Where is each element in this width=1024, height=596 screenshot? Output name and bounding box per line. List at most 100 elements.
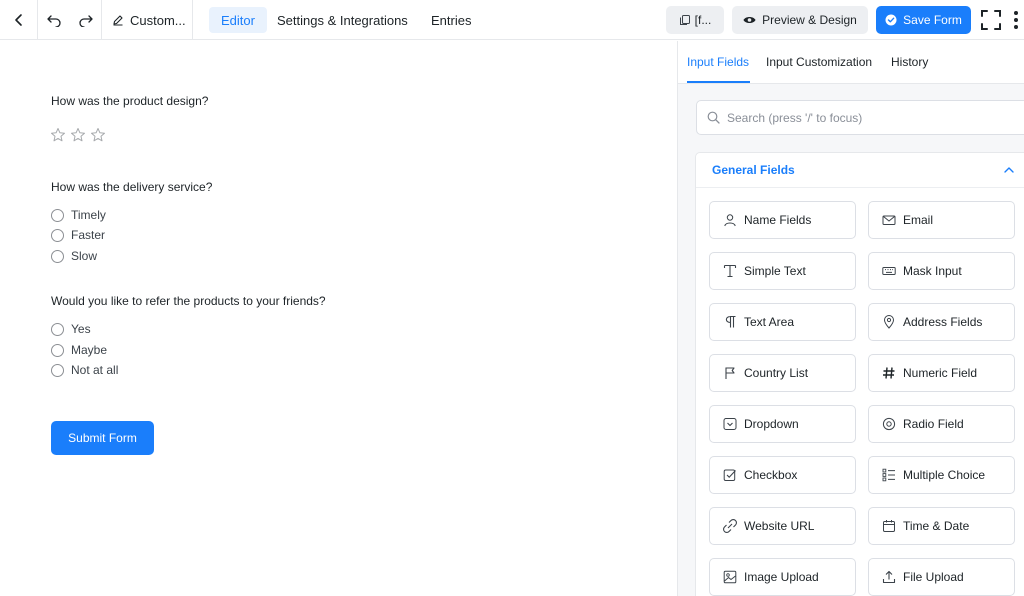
search-icon: [707, 111, 720, 124]
sidebar-tabs: Input Fields Input Customization History: [678, 41, 1024, 84]
field-label: Multiple Choice: [903, 468, 986, 482]
field-mask-input[interactable]: Mask Input: [868, 252, 1015, 290]
pencil-icon: [113, 15, 123, 26]
star-rating[interactable]: [50, 127, 106, 143]
field-simple-text[interactable]: Simple Text: [709, 252, 856, 290]
form-canvas: How was the product design? How was the …: [0, 41, 677, 596]
radio-circle[interactable]: [51, 208, 64, 222]
question-refer-friends: Would you like to refer the products to …: [51, 294, 326, 308]
more-dot-icon: [1014, 25, 1018, 29]
image-icon: [723, 570, 737, 584]
undo-icon: [47, 15, 61, 27]
radio-label: Maybe: [71, 343, 108, 357]
radio-icon: [882, 417, 896, 431]
form-title[interactable]: Custom...: [102, 0, 193, 40]
radio-label: Yes: [71, 322, 91, 336]
form-title-label: Custom...: [130, 12, 186, 28]
radio-label: Slow: [71, 249, 98, 263]
search-placeholder: Search (press '/' to focus): [727, 110, 863, 125]
radio-label: Not at all: [71, 363, 119, 377]
field-dropdown[interactable]: Dropdown: [709, 405, 856, 443]
field-image-upload[interactable]: Image Upload: [709, 558, 856, 596]
envelope-icon: [882, 215, 896, 225]
save-form-label: Save Form: [903, 13, 962, 27]
radio-circle[interactable]: [51, 228, 64, 242]
tab-editor[interactable]: Editor: [209, 7, 267, 33]
back-button[interactable]: [0, 0, 38, 40]
general-fields-title: General Fields: [712, 163, 795, 177]
sidebar: Input Fields Input Customization History…: [677, 41, 1024, 596]
field-label: Website URL: [744, 519, 815, 533]
field-label: Radio Field: [903, 417, 964, 431]
star-icon[interactable]: [90, 127, 106, 143]
field-numeric-field[interactable]: Numeric Field: [868, 354, 1015, 392]
tab-input-fields[interactable]: Input Fields: [687, 55, 749, 69]
hash-icon: [883, 367, 895, 379]
radio-circle[interactable]: [51, 322, 64, 336]
more-dot-icon: [1014, 11, 1018, 15]
field-label: Dropdown: [744, 417, 799, 431]
field-label: Mask Input: [903, 264, 962, 278]
tab-entries[interactable]: Entries: [419, 7, 483, 33]
general-fields-panel: General Fields Name Fields Email Simple …: [695, 152, 1024, 596]
tab-input-customization[interactable]: Input Customization: [766, 55, 872, 69]
field-checkbox[interactable]: Checkbox: [709, 456, 856, 494]
radio-option[interactable]: Yes: [51, 322, 91, 336]
tab-settings-integrations[interactable]: Settings & Integrations: [265, 7, 420, 33]
radio-option[interactable]: Not at all: [51, 363, 118, 377]
field-email[interactable]: Email: [868, 201, 1015, 239]
radio-option[interactable]: Timely: [51, 208, 106, 222]
field-address-fields[interactable]: Address Fields: [868, 303, 1015, 341]
field-website-url[interactable]: Website URL: [709, 507, 856, 545]
field-multiple-choice[interactable]: Multiple Choice: [868, 456, 1015, 494]
keyboard-icon: [882, 267, 896, 275]
field-name-fields[interactable]: Name Fields: [709, 201, 856, 239]
redo-button[interactable]: [70, 0, 102, 40]
paragraph-icon: [725, 315, 736, 328]
radio-circle[interactable]: [51, 343, 64, 357]
save-form-button[interactable]: Save Form: [876, 6, 971, 34]
checkbox-icon: [723, 469, 736, 481]
field-label: Image Upload: [744, 570, 819, 584]
shortcode-button[interactable]: [f...: [666, 6, 724, 34]
fullscreen-button[interactable]: [980, 9, 1002, 31]
field-time-date[interactable]: Time & Date: [868, 507, 1015, 545]
preview-design-label: Preview & Design: [762, 13, 857, 27]
radio-label: Faster: [71, 228, 106, 242]
chevron-up-icon: [1004, 167, 1014, 173]
search-input[interactable]: Search (press '/' to focus): [696, 100, 1024, 135]
field-label: Time & Date: [903, 519, 970, 533]
flag-icon: [725, 367, 735, 379]
star-icon[interactable]: [50, 127, 66, 143]
field-country-list[interactable]: Country List: [709, 354, 856, 392]
top-toolbar: Custom... Editor Settings & Integrations…: [0, 0, 1024, 40]
radio-option[interactable]: Maybe: [51, 343, 107, 357]
general-fields-header[interactable]: General Fields: [696, 153, 1024, 188]
submit-form-button[interactable]: Submit Form: [51, 421, 154, 455]
undo-button[interactable]: [38, 0, 70, 40]
redo-icon: [78, 15, 93, 27]
field-label: Checkbox: [744, 468, 798, 482]
more-dot-icon: [1014, 18, 1018, 22]
check-circle-icon: [885, 14, 897, 26]
radio-option[interactable]: Slow: [51, 249, 97, 263]
radio-circle[interactable]: [51, 363, 64, 377]
shortcode-label: [f...: [694, 13, 712, 27]
field-label: Address Fields: [903, 315, 983, 329]
radio-option[interactable]: Faster: [51, 228, 105, 242]
field-text-area[interactable]: Text Area: [709, 303, 856, 341]
field-label: File Upload: [903, 570, 964, 584]
star-icon[interactable]: [70, 127, 86, 143]
field-radio-field[interactable]: Radio Field: [868, 405, 1015, 443]
tab-history[interactable]: History: [891, 55, 928, 69]
link-icon: [723, 519, 737, 533]
more-options-button[interactable]: [1009, 9, 1023, 31]
preview-design-button[interactable]: Preview & Design: [732, 6, 868, 34]
list-checks-icon: [882, 468, 895, 482]
user-icon: [724, 214, 736, 227]
field-label: Name Fields: [744, 213, 812, 227]
radio-circle[interactable]: [51, 249, 64, 263]
question-delivery-service: How was the delivery service?: [51, 180, 213, 194]
field-file-upload[interactable]: File Upload: [868, 558, 1015, 596]
active-tab-indicator: [687, 81, 750, 83]
